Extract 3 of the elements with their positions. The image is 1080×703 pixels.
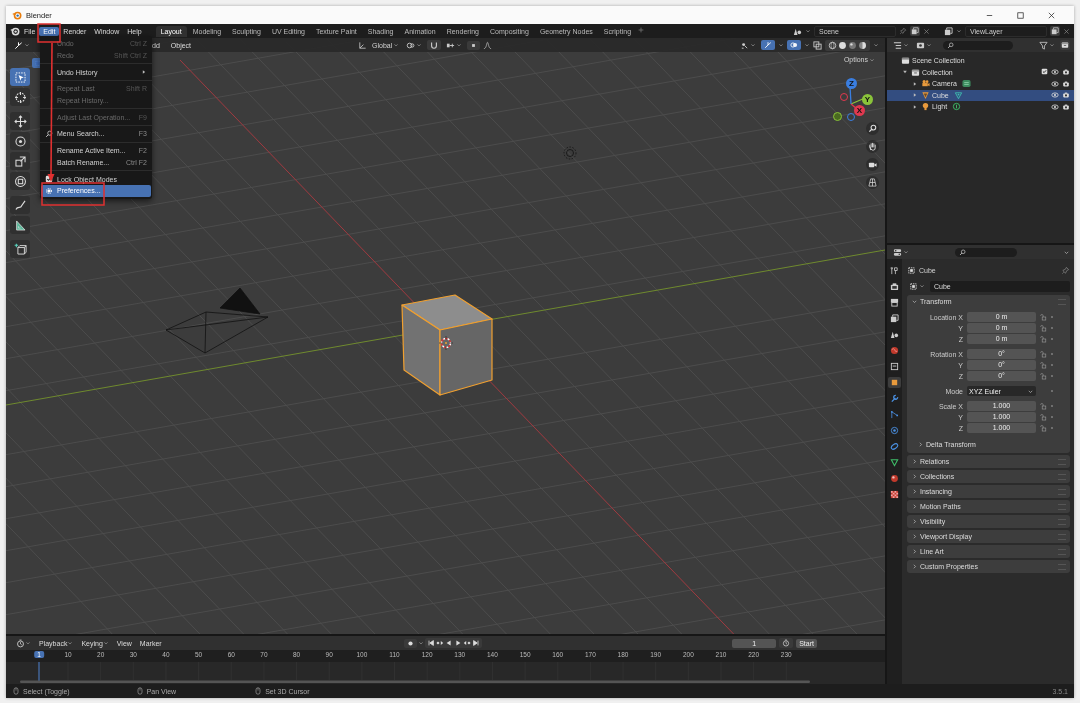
axis-handle[interactable]: Z xyxy=(846,78,857,89)
axis-handle[interactable]: Y xyxy=(862,94,873,105)
axis-handle[interactable]: X xyxy=(854,105,865,116)
